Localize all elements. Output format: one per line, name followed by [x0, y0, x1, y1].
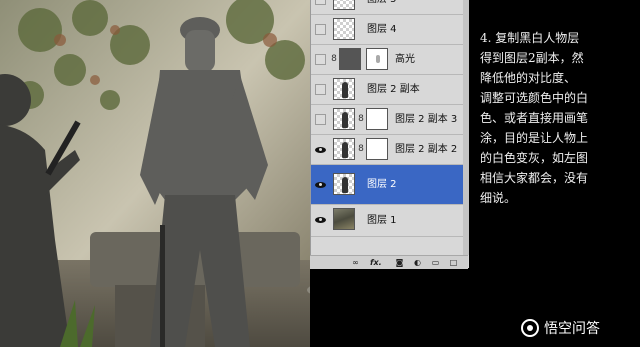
statue-photo — [0, 0, 310, 347]
layer-name: 图层 1 — [367, 215, 397, 226]
layer-thumbnail — [333, 18, 355, 40]
layers-scrollbar[interactable] — [463, 0, 469, 255]
instruction-line: 得到图层2副本，然 — [480, 51, 584, 65]
layer-mask-thumbnail — [366, 108, 388, 130]
layer-thumbnail — [333, 138, 355, 160]
layer-row[interactable]: 8 图层 2 副本 3 — [311, 105, 469, 135]
visibility-toggle[interactable] — [315, 0, 326, 5]
adjustment-icon[interactable]: ◐ — [412, 257, 423, 268]
layers-panel: 图层 5 图层 4 8 高光 图层 2 副本 8 图层 2 副本 3 8 图层 … — [310, 0, 469, 268]
link-icon[interactable]: ∞ — [350, 257, 361, 268]
instruction-line: 细说。 — [480, 191, 517, 205]
instruction-line: 色、或者直接用画笔 — [480, 111, 589, 125]
layer-row-selected[interactable]: 图层 2 — [311, 165, 469, 205]
layer-thumbnail — [333, 0, 355, 10]
mask-icon[interactable]: ◙ — [394, 257, 405, 268]
layer-mask-thumbnail — [366, 138, 388, 160]
layer-row[interactable]: 8 图层 2 副本 2 — [311, 135, 469, 165]
visibility-eye-icon[interactable] — [315, 214, 326, 225]
visibility-toggle[interactable] — [315, 54, 326, 65]
instruction-line: 的白色变灰，如左图 — [480, 151, 589, 165]
layer-thumbnail — [333, 78, 355, 100]
layers-toolbar: ∞ fx. ◙ ◐ ▭ □ — [310, 255, 468, 269]
instruction-text: 4. 复制黑白人物层 得到图层2副本，然 降低他的对比度、 调整可选颜色中的白 … — [480, 28, 635, 208]
visibility-toggle[interactable] — [315, 84, 326, 95]
group-icon[interactable]: ▭ — [430, 257, 441, 268]
instruction-line: 涂，目的是让人物上 — [480, 131, 589, 145]
layer-thumbnail — [333, 108, 355, 130]
visibility-toggle[interactable] — [315, 114, 326, 125]
layer-thumbnail — [333, 208, 355, 230]
instruction-line: 相信大家都会，没有 — [480, 171, 589, 185]
layer-name: 高光 — [395, 54, 415, 65]
layer-row[interactable]: 图层 2 副本 — [311, 75, 469, 105]
layer-row[interactable]: 图层 4 — [311, 15, 469, 45]
layer-mask-thumbnail — [366, 48, 388, 70]
layer-name: 图层 2 副本 2 — [395, 144, 458, 155]
visibility-eye-icon[interactable] — [315, 179, 326, 190]
visibility-eye-icon[interactable] — [315, 144, 326, 155]
instruction-line: 降低他的对比度、 — [480, 71, 577, 85]
link-icon: 8 — [358, 114, 364, 124]
layer-row[interactable]: 8 高光 — [311, 45, 469, 75]
link-icon: 8 — [331, 54, 337, 64]
new-layer-icon[interactable]: □ — [448, 257, 459, 268]
layer-name: 图层 4 — [367, 24, 397, 35]
watermark-text: 悟空问答 — [544, 321, 600, 337]
layer-thumbnail — [333, 173, 355, 195]
link-icon: 8 — [358, 144, 364, 154]
layer-row[interactable]: 图层 5 — [311, 0, 469, 15]
instruction-line: 4. 复制黑白人物层 — [480, 31, 580, 45]
layer-name: 图层 2 — [367, 179, 397, 190]
adjustment-thumbnail — [339, 48, 361, 70]
watermark: 悟空问答 — [521, 318, 600, 338]
photo-canvas — [0, 0, 310, 347]
wukong-logo-icon — [521, 319, 539, 337]
layer-row[interactable]: 图层 1 — [311, 205, 469, 237]
layer-name: 图层 2 副本 3 — [395, 114, 458, 125]
layer-name: 图层 2 副本 — [367, 84, 420, 95]
visibility-toggle[interactable] — [315, 24, 326, 35]
instruction-line: 调整可选颜色中的白 — [480, 91, 589, 105]
fx-icon[interactable]: fx. — [370, 257, 382, 268]
layer-name: 图层 5 — [367, 0, 397, 14]
